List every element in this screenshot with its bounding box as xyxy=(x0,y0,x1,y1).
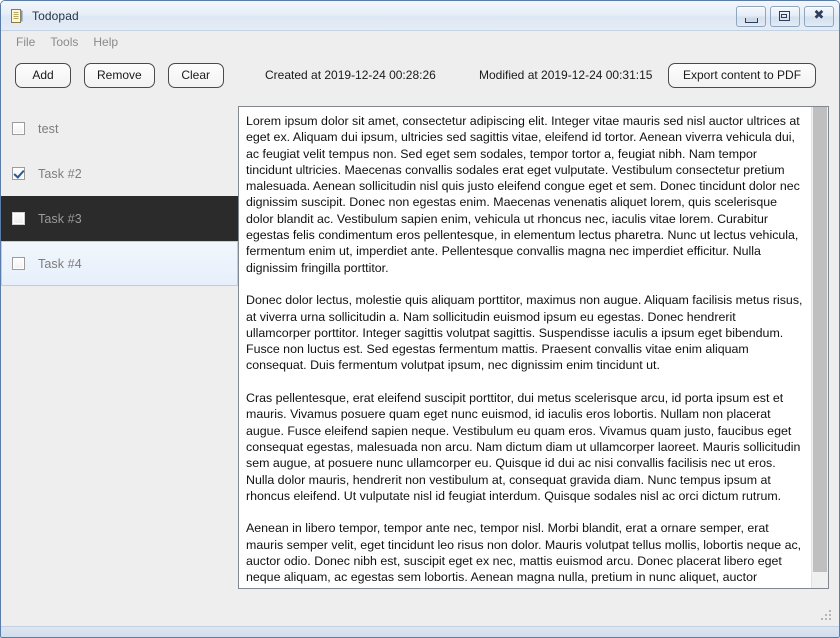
title-bar: Todopad ✖ xyxy=(1,1,839,31)
created-timestamp: Created at 2019-12-24 00:28:26 xyxy=(265,68,436,82)
minimize-button[interactable] xyxy=(736,6,766,27)
task-label: Task #2 xyxy=(38,166,82,181)
editor-paragraph: Aenean in libero tempor, tempor ante nec… xyxy=(246,521,802,588)
close-button[interactable]: ✖ xyxy=(804,6,834,27)
resize-grip-icon[interactable] xyxy=(821,610,833,622)
content-editor[interactable]: Lorem ipsum dolor sit amet, consectetur … xyxy=(238,106,829,589)
status-bar xyxy=(1,602,839,626)
modified-timestamp: Modified at 2019-12-24 00:31:15 xyxy=(479,68,653,82)
remove-button[interactable]: Remove xyxy=(84,62,155,88)
task-checkbox[interactable] xyxy=(12,167,25,180)
task-checkbox[interactable] xyxy=(12,212,25,225)
toolbar: Add Remove Clear Created at 2019-12-24 0… xyxy=(1,53,839,97)
list-item[interactable]: Task #2 xyxy=(1,151,238,196)
window-title: Todopad xyxy=(32,8,79,23)
close-icon: ✖ xyxy=(813,8,825,23)
task-label: Task #3 xyxy=(38,211,82,226)
task-list[interactable]: test Task #2 Task #3 Task #4 xyxy=(1,97,238,602)
menu-bar: File Tools Help xyxy=(1,31,839,53)
task-checkbox[interactable] xyxy=(12,257,25,270)
scrollbar-thumb[interactable] xyxy=(813,107,827,572)
minimize-icon xyxy=(745,18,758,23)
editor-paragraph: Cras pellentesque, erat eleifend suscipi… xyxy=(246,391,801,503)
menu-tools[interactable]: Tools xyxy=(44,33,84,51)
task-label: test xyxy=(38,121,59,136)
menu-file[interactable]: File xyxy=(10,33,41,51)
editor-paragraph: Lorem ipsum dolor sit amet, consectetur … xyxy=(246,114,800,275)
window-bottom-edge xyxy=(1,626,839,637)
task-label: Task #4 xyxy=(38,256,82,271)
list-item[interactable]: Task #3 xyxy=(1,196,238,241)
clear-button[interactable]: Clear xyxy=(167,62,224,88)
list-item[interactable]: test xyxy=(1,106,238,151)
menu-help[interactable]: Help xyxy=(87,33,124,51)
editor-text-area[interactable]: Lorem ipsum dolor sit amet, consectetur … xyxy=(239,107,811,588)
maximize-button[interactable] xyxy=(770,6,800,27)
maximize-icon-inner xyxy=(781,14,787,18)
notepad-icon xyxy=(9,8,25,24)
window-controls: ✖ xyxy=(736,6,834,27)
todopad-window: Todopad ✖ File Tools Help Add Remove Cle… xyxy=(0,0,840,638)
task-checkbox[interactable] xyxy=(12,122,25,135)
export-pdf-button[interactable]: Export content to PDF xyxy=(668,62,816,88)
main-content: test Task #2 Task #3 Task #4 Lorem ipsum… xyxy=(1,97,839,602)
add-button[interactable]: Add xyxy=(15,62,71,88)
list-item[interactable]: Task #4 xyxy=(1,241,238,286)
editor-scrollbar[interactable] xyxy=(811,107,828,588)
editor-paragraph: Donec dolor lectus, molestie quis aliqua… xyxy=(246,293,803,373)
